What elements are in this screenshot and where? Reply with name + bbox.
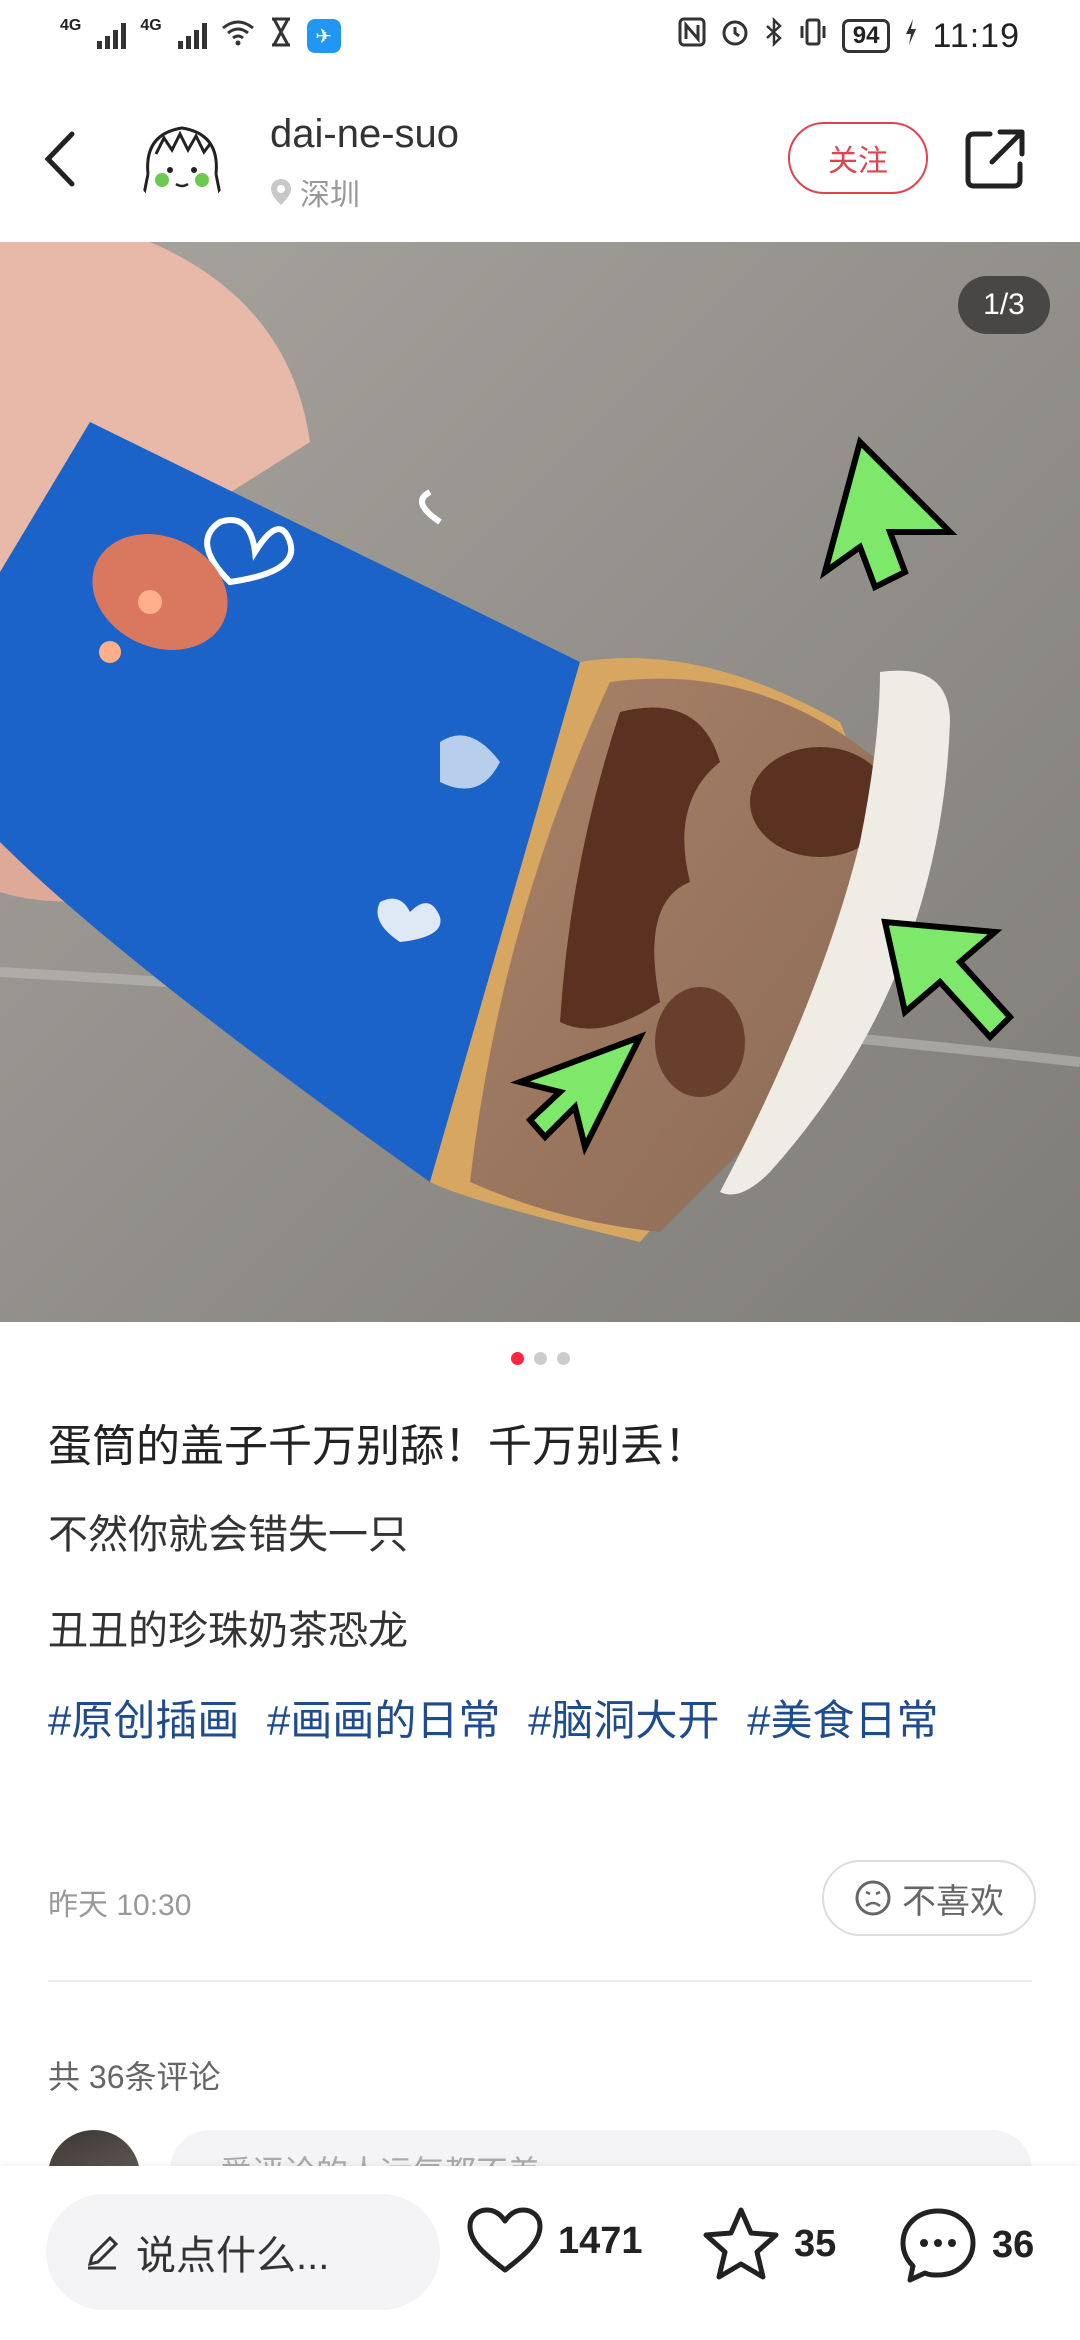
dislike-label: 不喜欢 <box>902 1882 1004 1921</box>
carousel-dots <box>0 1352 1080 1365</box>
network-label-1: 4G <box>60 17 82 34</box>
comment-count: 共 36条评论 <box>48 2059 221 2095</box>
collect-count: 35 <box>794 2222 837 2265</box>
comment-button[interactable]: 36 <box>898 2206 1034 2284</box>
star-icon <box>703 2207 779 2280</box>
hourglass-icon <box>269 17 293 55</box>
carousel-dot <box>533 1352 547 1365</box>
share-icon <box>965 129 1025 189</box>
clock-time: 11:19 <box>932 16 1020 55</box>
image-page-counter: 1/3 <box>958 276 1050 334</box>
battery-icon: 94 <box>841 19 891 53</box>
post-timestamp: 昨天 10:30 <box>48 1889 192 1922</box>
status-left: 4G 4G ✈ <box>60 17 341 55</box>
post-image[interactable]: 1/3 <box>0 242 1080 1322</box>
charging-icon <box>904 18 918 54</box>
divider <box>48 1980 1032 1982</box>
username[interactable]: dai-ne-suo <box>270 112 459 157</box>
status-bar: 4G 4G ✈ 94 11:19 <box>0 0 1080 72</box>
location: 深圳 <box>270 170 360 214</box>
network-label-2: 4G <box>140 17 162 34</box>
chevron-left-icon <box>44 131 75 187</box>
post-text-line-1: 不然你就会错失一只 <box>48 1513 408 1557</box>
hashtag-link[interactable]: #原创插画 <box>48 1697 239 1744</box>
signal-icon-2 <box>177 23 207 49</box>
post-text-line-2: 丑丑的珍珠奶茶恐龙 <box>48 1609 408 1653</box>
follow-button[interactable]: 关注 <box>788 122 928 194</box>
app-notification-icon: ✈ <box>306 19 341 53</box>
wifi-icon <box>221 18 255 54</box>
post-title: 蛋筒的盖子千万别舔！千万别丢！ <box>48 1422 708 1471</box>
say-something-input[interactable]: 说点什么... <box>46 2194 440 2310</box>
carousel-dot-active <box>510 1352 524 1365</box>
location-text: 深圳 <box>300 179 360 212</box>
hashtag-link[interactable]: #脑洞大开 <box>528 1697 719 1744</box>
hashtags: #原创插画 #画画的日常 #脑洞大开 #美食日常 <box>48 1690 1038 1752</box>
comment-count-badge: 36 <box>992 2223 1035 2266</box>
back-button[interactable] <box>36 124 86 194</box>
heart-icon <box>467 2207 543 2273</box>
share-button[interactable] <box>962 126 1028 192</box>
avatar[interactable] <box>134 114 230 210</box>
like-button[interactable]: 1471 <box>466 2206 643 2276</box>
hashtag-link[interactable]: #美食日常 <box>747 1697 938 1744</box>
cartoon-girl-avatar-icon <box>135 115 229 209</box>
sad-face-icon <box>855 1880 891 1916</box>
comment-bubble-icon <box>900 2208 976 2283</box>
signal-icon <box>97 23 127 49</box>
location-pin-icon <box>271 179 291 205</box>
nfc-icon <box>678 17 706 55</box>
bluetooth-icon <box>764 16 784 55</box>
alarm-icon <box>720 17 750 55</box>
ice-cream-cone-photo <box>0 242 1080 1322</box>
hashtag-link[interactable]: #画画的日常 <box>267 1697 500 1744</box>
say-placeholder: 说点什么... <box>136 2234 330 2278</box>
pencil-icon <box>87 2235 119 2270</box>
vibrate-icon <box>798 17 828 55</box>
collect-button[interactable]: 35 <box>702 2206 836 2282</box>
bottom-action-bar: 说点什么... 1471 35 36 <box>0 2166 1080 2340</box>
dislike-button[interactable]: 不喜欢 <box>822 1860 1036 1936</box>
status-right: 94 11:19 <box>678 17 1020 56</box>
like-count: 1471 <box>558 2219 643 2262</box>
carousel-dot <box>556 1352 570 1365</box>
